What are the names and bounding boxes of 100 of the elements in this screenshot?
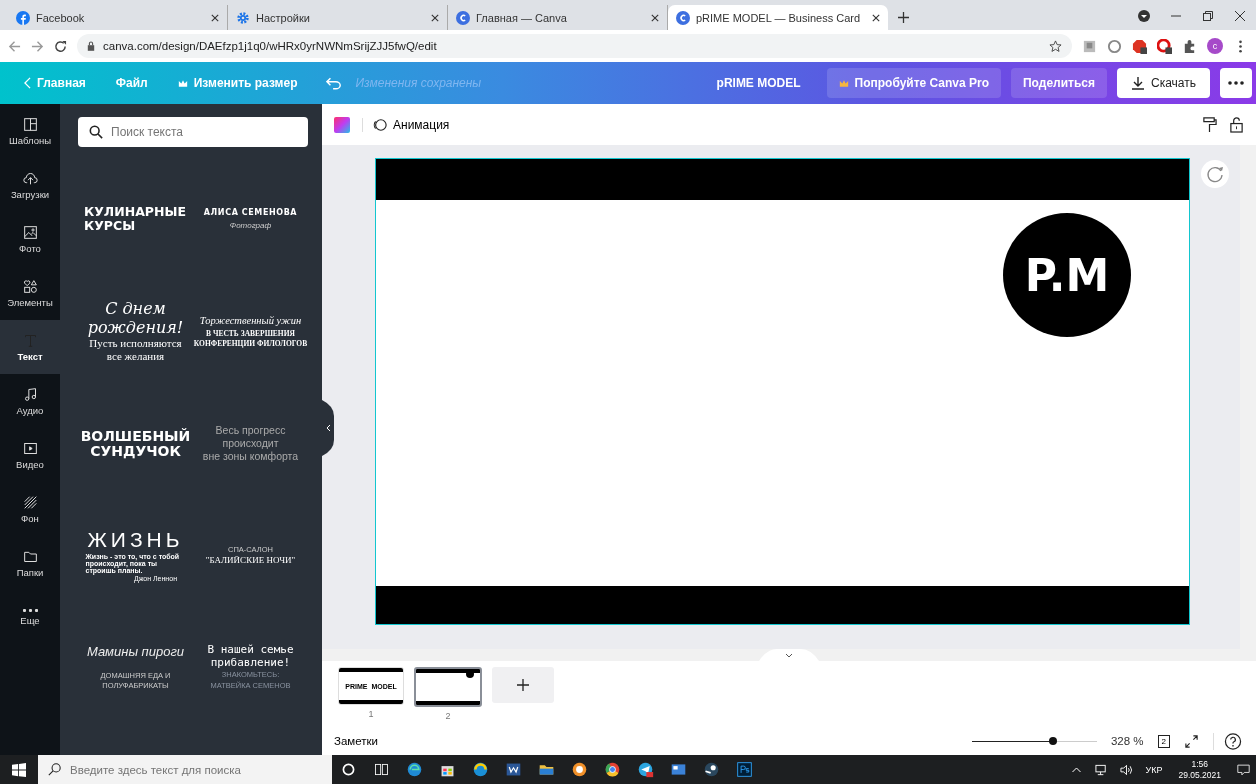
language-indicator[interactable]: УКР [1145,764,1163,775]
taskbar-search-field[interactable]: Введите здесь текст для поиска [38,755,332,784]
page-count-button[interactable]: 2 [1157,734,1170,748]
browser-tab[interactable]: pRIME MODEL — Business Card [668,5,888,30]
sample-text: "БАЛИЙСКИЕ НОЧИ" [205,555,296,565]
restore-icon[interactable] [1201,9,1215,23]
lock-icon [87,41,95,51]
text-style-card[interactable]: С днем рождения! Пусть исполняются все желания [78,275,193,387]
refresh-icon[interactable] [1200,159,1230,189]
animation-icon [373,117,387,132]
sample-text: происходит [222,437,279,449]
video-icon [22,440,38,456]
word-icon[interactable] [505,761,522,778]
reload-icon[interactable] [54,39,67,53]
search-icon [89,125,103,139]
address-bar[interactable]: canva.com/design/DAEfzp1j1q0/wHRx0yrNWNmSrijZJJ5fwQ/edit [77,34,1072,58]
sample-text: ЖИЗНЬ [87,528,184,552]
chrome-icon[interactable] [604,761,621,778]
zoom-level[interactable]: 328 % [1110,735,1144,747]
sample-text: АЛИСА СЕМЕНОВА [203,208,298,217]
design-title[interactable]: pRIME MODEL [700,76,817,90]
extension-icon[interactable] [1157,38,1172,54]
page-thumbnail[interactable] [414,667,482,707]
download-icon [1131,76,1145,90]
forward-arrow-icon[interactable] [31,39,44,53]
back-arrow-icon[interactable] [8,39,21,53]
sample-text: КУЛИНАРНЫЕ [84,206,186,219]
lock-icon[interactable] [1229,116,1244,133]
adblock-icon[interactable] [1132,38,1147,54]
sample-text: Пусть исполняются [89,337,182,350]
notification-icon[interactable] [1237,763,1250,776]
text-style-card[interactable]: ВОЛШЕБНЫЙ СУНДУЧОК [78,387,193,499]
image-icon [22,224,38,240]
color-picker-icon[interactable] [334,116,350,133]
help-icon[interactable] [1213,732,1242,750]
sample-text: прибавление! [210,656,291,669]
sample-text: С днем [105,299,166,318]
cloud-upload-icon [22,170,38,186]
steam-icon[interactable] [703,761,720,778]
telegram-icon[interactable] [637,761,654,778]
more-icon [22,608,38,612]
cortana-icon[interactable] [340,761,357,778]
windows-start-icon[interactable] [12,762,26,777]
chevron-left-icon [24,77,31,89]
canva-logo-icon [456,10,470,25]
clock-time[interactable]: 1:56 [1191,759,1208,770]
task-view-icon[interactable] [373,761,390,778]
crown-icon [838,78,849,88]
fullscreen-icon[interactable] [1184,732,1199,750]
sample-text: Фотограф [229,221,272,230]
logo-badge[interactable]: P.M [1003,213,1131,337]
photoshop-icon[interactable] [736,761,753,778]
sample-text: Весь прогресс [215,424,286,436]
layout-icon [22,116,38,132]
design-page[interactable]: P.M [375,158,1190,625]
music-note-icon [22,386,38,402]
page-number: 1 [368,709,374,719]
close-icon[interactable] [1233,9,1247,23]
more-button[interactable] [1220,68,1252,98]
edge-icon[interactable] [406,761,423,778]
network-icon[interactable] [1095,763,1109,776]
new-tab-icon[interactable] [898,12,909,23]
scrollbar[interactable] [322,649,1256,661]
clock-date[interactable]: 29.05.2021 [1178,769,1221,780]
animation-button[interactable]: Анимация [362,117,450,132]
share-button[interactable]: Поделиться [1010,68,1107,98]
sample-text: КУРСЫ [84,219,136,232]
download-button[interactable]: Скачать [1117,68,1210,98]
star-icon[interactable] [1049,39,1062,53]
browser-icon[interactable] [472,761,489,778]
close-icon[interactable] [651,13,659,22]
search-field[interactable]: Поиск текста [78,117,308,147]
facebook-icon [16,10,30,25]
try-pro-button[interactable]: Попробуйте Canva Pro [826,68,1001,98]
sidebar-item[interactable]: Текст [0,320,60,374]
app-icon[interactable] [571,761,588,778]
close-icon[interactable] [431,13,439,22]
sample-text: вне зоны комфорта [202,450,299,462]
text-icon [22,332,38,348]
text-style-card[interactable]: Весь прогресс происходит вне зоны комфорта [193,387,308,499]
text-style-card[interactable]: КУЛИНАРНЫЕ КУРСЫ [78,163,193,275]
media-control-icon[interactable] [1137,9,1151,23]
search-icon [48,763,61,776]
close-icon[interactable] [872,13,880,22]
speaker-icon[interactable] [1120,763,1134,776]
puzzle-icon[interactable] [1182,38,1197,54]
profile-avatar[interactable]: c [1207,38,1223,54]
sample-text: все желания [106,350,165,363]
sample-text: СУНДУЧОК [90,443,181,458]
collapse-handle[interactable] [322,400,334,456]
page-number: 2 [445,711,451,721]
text-style-card[interactable]: АЛИСА СЕМЕНОВА Фотограф [193,163,308,275]
paint-roller-icon[interactable] [1202,116,1217,133]
notes-button[interactable]: Заметки [334,735,378,747]
gear-icon [236,10,250,25]
sample-text: В нашей семье [207,643,294,656]
close-icon[interactable] [211,13,219,22]
undo-icon[interactable] [325,76,342,90]
app-icon[interactable] [670,761,687,778]
hatch-icon [22,494,38,510]
